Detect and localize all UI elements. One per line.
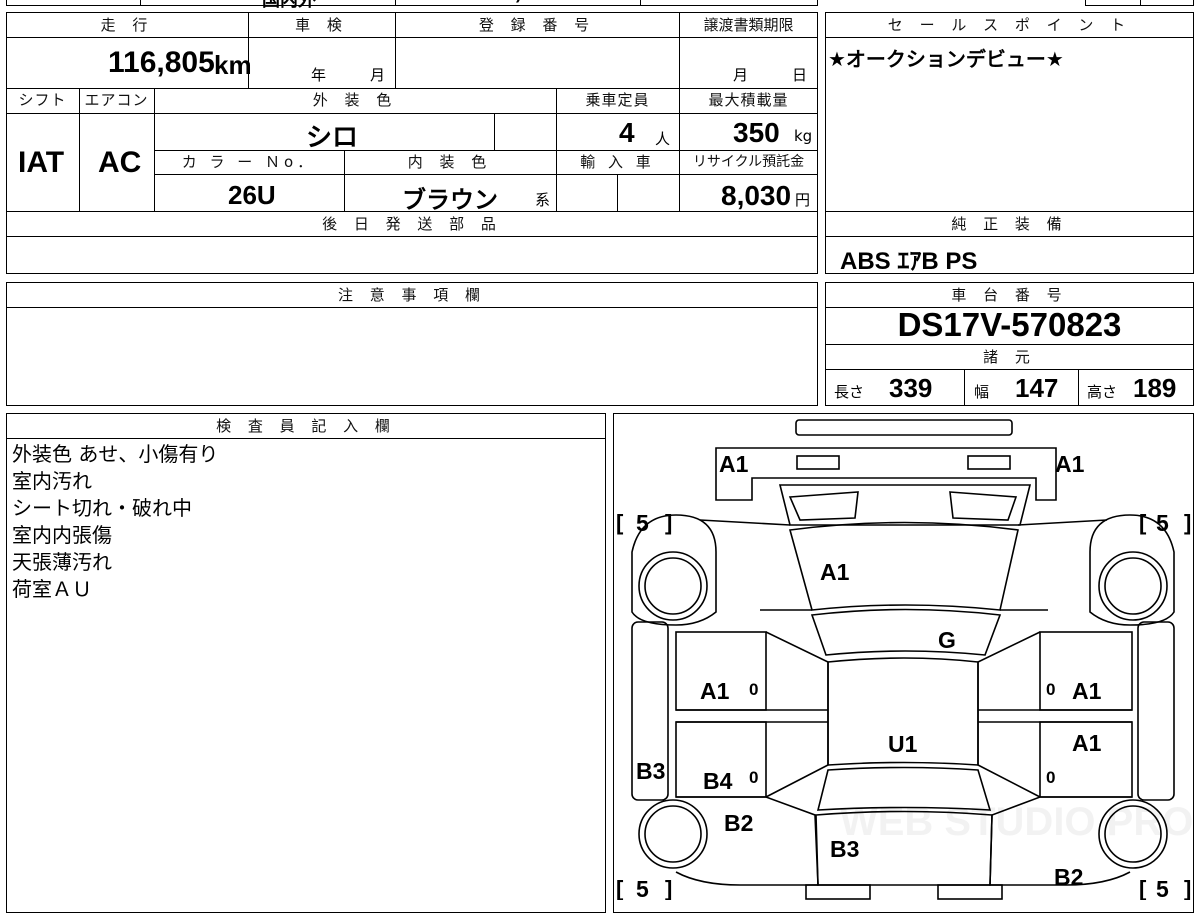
width-value: 147 <box>1015 373 1059 403</box>
mark-zero-2: 0 <box>1046 680 1055 699</box>
genuine-equipment-label: 純 正 装 備 <box>951 215 1068 233</box>
tire-front-right <box>1098 551 1168 621</box>
recycle-value: 8,030 <box>721 180 792 211</box>
color-no-label: カ ラ ー Ｎo． <box>181 153 317 171</box>
inspector-box <box>6 413 606 913</box>
genuine-equipment-value: ABS ｴｱB PS <box>840 248 978 275</box>
later-parts-label: 後 日 発 送 部 品 <box>322 215 502 233</box>
mark-back-door: B3 <box>830 836 859 862</box>
watermark: WEB STUDIO PRO <box>840 800 1193 844</box>
front-bumper <box>795 419 1013 436</box>
exterior-color-label: 外 装 色 <box>312 91 398 109</box>
mark-rear-fender-left: B2 <box>724 810 753 836</box>
mark-rocker-left: B3 <box>636 758 665 784</box>
mark-front-left: A1 <box>719 451 749 477</box>
interior-color-suffix: 系 <box>535 191 551 209</box>
capacity-label: 乗車定員 <box>585 91 650 109</box>
shaken-year: 年 <box>311 66 327 84</box>
inspector-line-1: 外装色 あせ、小傷有り <box>12 442 219 466</box>
headlight-left <box>796 455 840 470</box>
registration-label: 登 録 番 号 <box>478 16 596 34</box>
tire-mark-front-right: 5 <box>1156 510 1169 536</box>
import-label: 輸 入 車 <box>580 153 655 171</box>
shaken-month: 月 <box>370 66 386 84</box>
tire-mark-rear-right: 5 <box>1156 876 1169 900</box>
chassis-label: 車 台 番 号 <box>951 286 1068 304</box>
length-value: 339 <box>889 373 933 403</box>
specs-label: 諸 元 <box>983 348 1036 366</box>
sales-point-text: ★オークションデビュー★ <box>828 47 1064 71</box>
aircon-value: AC <box>98 146 142 179</box>
shift-label: シフト <box>18 91 67 109</box>
mark-rear-door-left: B4 <box>703 768 733 794</box>
interior-color-value: ブラウン <box>402 187 498 214</box>
mileage-value: 116,805 <box>108 46 215 79</box>
max-load-value: 350 <box>733 117 780 148</box>
svg-text:]: ] <box>1184 876 1191 900</box>
mark-rear-door-right: A1 <box>1072 730 1102 756</box>
headlight-right <box>967 455 1011 470</box>
deadline-day: 日 <box>792 66 808 84</box>
mileage-unit: km <box>214 50 252 80</box>
transfer-deadline-label: 譲渡書類期限 <box>703 16 794 34</box>
inspector-label: 検 査 員 記 入 欄 <box>216 417 396 435</box>
mark-front-door-right: A1 <box>1072 678 1102 704</box>
deadline-month: 月 <box>733 66 749 84</box>
recycle-unit: 円 <box>795 191 811 209</box>
mark-zero-1: 0 <box>749 680 758 699</box>
interior-color-label: 内 装 色 <box>407 153 493 171</box>
tire-mark-front-left: 5 <box>636 510 649 536</box>
height-label: 高さ <box>1087 383 1118 401</box>
svg-text:[: [ <box>1139 510 1147 535</box>
mark-bonnet: A1 <box>820 559 850 585</box>
rear-bumper-right <box>937 884 1003 900</box>
tire-mark-rear-left: 5 <box>636 876 649 900</box>
aircon-label: エアコン <box>84 91 149 109</box>
capacity-unit: 人 <box>655 130 671 148</box>
shaken-label: 車 検 <box>295 16 348 34</box>
mark-front-right: A1 <box>1055 451 1085 477</box>
mark-windshield: G <box>938 627 956 653</box>
recycle-label: リサイクル預託金 <box>692 154 805 170</box>
tire-rear-left <box>638 799 708 869</box>
windshield <box>810 608 1002 656</box>
capacity-value: 4 <box>619 117 635 148</box>
mark-front-door-left: A1 <box>700 678 730 704</box>
length-label: 長さ <box>834 383 865 401</box>
caution-label: 注 意 事 項 欄 <box>337 286 487 304</box>
mileage-label: 走 行 <box>100 16 154 34</box>
inspector-line-6: 荷室ＡＵ <box>12 577 92 601</box>
svg-text:[: [ <box>616 510 624 535</box>
height-value: 189 <box>1133 373 1177 403</box>
top-partial-text: 国内外 <box>262 0 316 10</box>
svg-text:]: ] <box>665 876 672 900</box>
color-no-value: 26U <box>228 180 276 210</box>
rear-bumper-left <box>805 884 871 900</box>
svg-text:]: ] <box>1184 510 1191 535</box>
top-partial-text-2: ) <box>516 0 521 4</box>
mark-rear-fender-right: B2 <box>1054 864 1083 890</box>
exterior-color-value: シロ <box>306 122 359 152</box>
mark-roof: U1 <box>888 731 918 757</box>
max-load-unit: kg <box>794 127 813 145</box>
inspector-line-4: 室内内張傷 <box>12 523 112 547</box>
mark-zero-3: 0 <box>749 768 758 787</box>
shift-value: IAT <box>18 146 65 179</box>
svg-text:[: [ <box>1139 876 1147 900</box>
inspector-line-3: シート切れ・破れ中 <box>12 496 192 520</box>
chassis-number: DS17V-570823 <box>897 306 1122 343</box>
sales-point-label: セ ー ル ス ポ イ ン ト <box>887 16 1132 34</box>
width-label: 幅 <box>974 383 990 401</box>
svg-text:]: ] <box>665 510 672 535</box>
tire-front-left <box>638 551 708 621</box>
svg-text:[: [ <box>616 876 624 900</box>
max-load-label: 最大積載量 <box>708 91 789 109</box>
mark-zero-4: 0 <box>1046 768 1055 787</box>
car-diagram: WEB STUDIO PRO A1 A1 A1 G U1 A1 A1 A1 B4… <box>616 419 1193 900</box>
rocker-right <box>1137 621 1175 801</box>
inspector-line-2: 室内汚れ <box>12 469 92 493</box>
inspector-line-5: 天張薄汚れ <box>12 550 112 574</box>
top-strip <box>6 0 818 6</box>
